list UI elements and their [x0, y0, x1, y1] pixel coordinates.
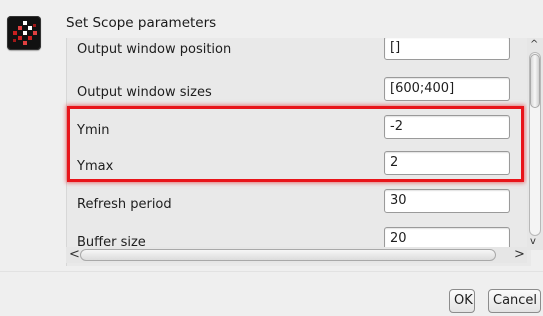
footer-divider	[0, 271, 543, 272]
param-label: Ymin	[77, 123, 110, 138]
param-label: Ymax	[77, 159, 114, 174]
ok-button[interactable]: OK	[449, 289, 475, 313]
scilab-logo-icon	[7, 16, 41, 50]
refresh-period-field[interactable]: 30	[384, 189, 510, 213]
output-window-position-field[interactable]: []	[384, 38, 510, 60]
param-row-ymax: Ymax 2	[67, 150, 528, 188]
chevron-right-icon[interactable]: >	[514, 248, 525, 261]
cancel-button[interactable]: Cancel	[488, 289, 541, 313]
output-window-sizes-field[interactable]: [600;400]	[384, 77, 510, 101]
parameters-panel: Output window position [] Output window …	[66, 38, 531, 266]
dialog-title: Set Scope parameters	[66, 15, 217, 31]
chevron-up-icon[interactable]: ^	[530, 40, 538, 50]
horizontal-scrollbar[interactable]: < >	[66, 247, 527, 263]
vertical-scrollbar[interactable]: ^ v	[527, 38, 543, 250]
ymin-field[interactable]: -2	[384, 115, 510, 139]
param-label: Output window position	[77, 42, 232, 57]
param-row-output-window-sizes: Output window sizes [600;400]	[67, 76, 528, 114]
param-row-output-window-position: Output window position []	[67, 38, 528, 74]
ymax-field[interactable]: 2	[384, 151, 510, 175]
chevron-down-icon[interactable]: v	[530, 237, 536, 247]
param-row-refresh-period: Refresh period 30	[67, 188, 528, 226]
param-label: Output window sizes	[77, 85, 212, 100]
vertical-scroll-thumb[interactable]	[530, 54, 540, 108]
param-row-ymin: Ymin -2	[67, 114, 528, 152]
chevron-left-icon[interactable]: <	[69, 248, 80, 261]
set-scope-parameters-dialog: Set Scope parameters Output window posit…	[0, 0, 543, 316]
param-label: Refresh period	[77, 197, 172, 212]
horizontal-scroll-thumb[interactable]	[80, 249, 496, 261]
